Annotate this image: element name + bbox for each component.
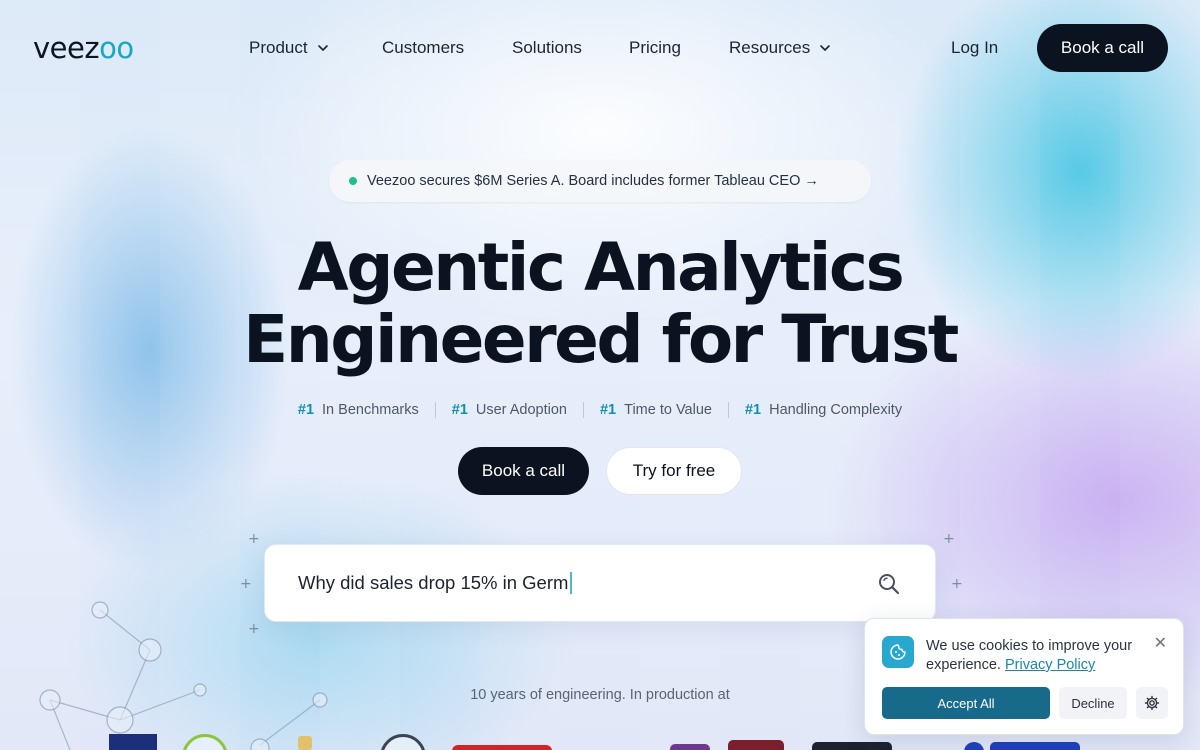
customer-logo (109, 734, 157, 750)
hero-title-line1: Agentic Analytics (297, 229, 905, 306)
chevron-down-icon (820, 45, 831, 51)
search-typed-text: Why did sales drop 15% in Germ (298, 572, 569, 593)
customer-logo (964, 742, 984, 750)
plus-decoration: + (240, 576, 252, 592)
customer-logo (452, 745, 552, 750)
badge-rank: #1 (451, 402, 468, 418)
badge-rank: #1 (744, 402, 762, 418)
badge-complexity: #1 Handling Complexity (729, 402, 918, 418)
try-for-free-button[interactable]: Try for free (606, 447, 742, 495)
question-search-input[interactable]: Why did sales drop 15% in Germ (264, 544, 936, 622)
top-nav: veezoo Product Customers Solutions Prici… (0, 0, 1200, 96)
badge-label: Time to Value (624, 402, 712, 418)
announcement-text: Veezoo secures $6M Series A. Board inclu… (367, 173, 819, 189)
nav-item-resources[interactable]: Resources (729, 37, 832, 59)
cookie-icon (882, 636, 914, 668)
decline-button[interactable]: Decline (1059, 687, 1127, 719)
chevron-down-icon (317, 45, 328, 51)
bayer-logo (182, 734, 228, 750)
badge-label: Handling Complexity (769, 402, 903, 418)
customer-logo (812, 742, 892, 750)
search-icon[interactable] (877, 572, 901, 596)
book-call-button[interactable]: Book a call (1037, 24, 1168, 72)
hero-book-call-button[interactable]: Book a call (458, 447, 589, 495)
text-caret (570, 572, 573, 594)
nav-item-solutions[interactable]: Solutions (512, 37, 582, 59)
gear-icon (1144, 695, 1160, 711)
login-link[interactable]: Log In (951, 37, 998, 59)
badge-label: In Benchmarks (322, 402, 419, 418)
badge-label: User Adoption (475, 402, 567, 418)
customer-logo (990, 742, 1080, 750)
network-graph-decoration (39, 601, 328, 750)
hero-title: Agentic Analytics Engineered for Trust (0, 232, 1200, 376)
plus-decoration: + (943, 531, 955, 547)
customer-logo (298, 736, 312, 750)
nav-item-label: Pricing (629, 38, 681, 57)
badge-time-to-value: #1 Time to Value (584, 402, 728, 418)
veezoo-logo[interactable]: veezoo (33, 33, 134, 63)
customer-logo (728, 740, 784, 750)
accept-all-button[interactable]: Accept All (882, 687, 1050, 719)
hero-title-line2: Engineered for Trust (243, 301, 959, 378)
bmw-logo (380, 734, 426, 750)
badge-rank: #1 (599, 402, 617, 418)
nav-item-pricing[interactable]: Pricing (629, 37, 681, 59)
privacy-policy-link[interactable]: Privacy Policy (1005, 657, 1095, 673)
settings-gear-button[interactable] (1136, 687, 1168, 719)
plus-decoration: + (248, 531, 260, 547)
customer-logo (670, 744, 710, 750)
plus-decoration: + (951, 576, 963, 592)
nav-item-label: Customers (382, 38, 465, 57)
ranking-badges: #1 In Benchmarks #1 User Adoption #1 Time t… (0, 402, 1200, 418)
nav-item-product[interactable]: Product (249, 37, 330, 59)
badge-adoption: #1 User Adoption (436, 402, 583, 418)
close-icon[interactable]: ✕ (1154, 633, 1167, 652)
badge-rank: #1 (297, 402, 315, 418)
nav-item-label: Resources (729, 38, 811, 57)
cookie-consent-banner: We use cookies to improve your experienc… (864, 618, 1184, 735)
announcement-banner[interactable]: Veezoo secures $6M Series A. Board inclu… (329, 160, 871, 202)
nav-item-customers[interactable]: Customers (382, 37, 464, 59)
badge-benchmarks: #1 In Benchmarks (282, 402, 435, 418)
nav-item-label: Product (249, 38, 308, 57)
cookie-message: We use cookies to improve your experienc… (926, 637, 1156, 675)
status-dot (349, 177, 357, 185)
nav-item-label: Solutions (512, 38, 582, 57)
